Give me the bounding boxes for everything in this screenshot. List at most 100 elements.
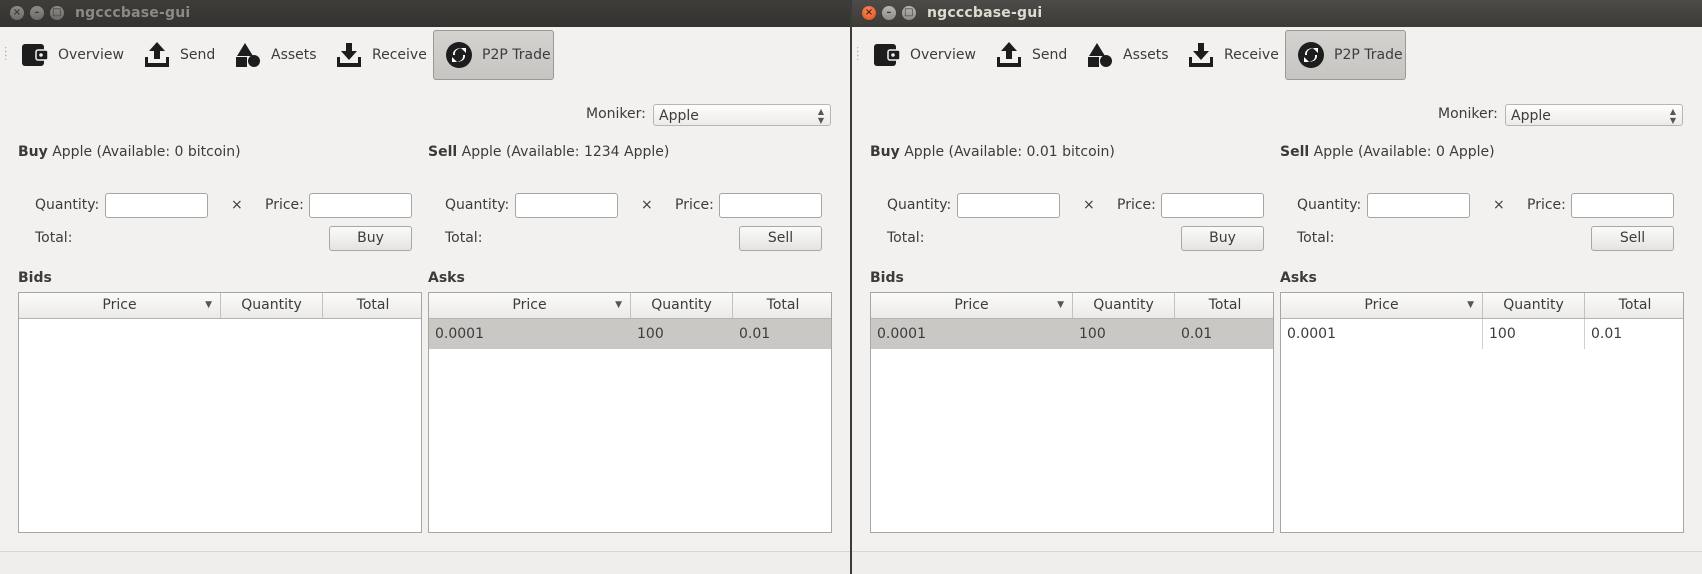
column-header-price[interactable]: Price ▼ xyxy=(871,293,1073,318)
sell-keyword: Sell xyxy=(428,144,458,160)
status-bar xyxy=(852,551,1702,574)
buy-total-label: Total: xyxy=(35,230,73,246)
toolbar-label: Assets xyxy=(1123,47,1169,63)
toolbar-overview-button[interactable]: Overview xyxy=(872,30,976,80)
shapes-icon xyxy=(236,43,260,67)
sell-price-label: Price: xyxy=(675,197,714,213)
sell-quantity-input[interactable] xyxy=(1367,193,1470,218)
sell-button[interactable]: Sell xyxy=(739,226,822,251)
toolbar-grip[interactable]: ::: xyxy=(4,45,7,63)
toolbar-p2p-trade-button[interactable]: P2P Trade xyxy=(1285,30,1406,80)
sell-availability: Apple (Available: 1234 Apple) xyxy=(461,144,670,160)
buy-heading: Buy Apple (Available: 0.01 bitcoin) xyxy=(870,144,1115,160)
sell-button[interactable]: Sell xyxy=(1591,226,1674,251)
toolbar-send-button[interactable]: Send xyxy=(142,30,215,80)
table-row[interactable]: 0.0001 100 0.01 xyxy=(429,319,831,349)
toolbar-receive-button[interactable]: Receive xyxy=(334,30,427,80)
sell-price-input[interactable] xyxy=(1571,193,1674,218)
window-left: × – □ ngcccbase-gui ::: Overview Send As… xyxy=(0,0,852,574)
toolbar-receive-button[interactable]: Receive xyxy=(1186,30,1279,80)
titlebar[interactable]: × – □ ngcccbase-gui xyxy=(852,0,1702,27)
moniker-select[interactable]: Apple ▲ ▼ xyxy=(653,104,831,126)
column-header-quantity[interactable]: Quantity xyxy=(631,293,733,318)
column-header-quantity[interactable]: Quantity xyxy=(221,293,323,318)
toolbar-p2p-trade-button[interactable]: P2P Trade xyxy=(433,30,554,80)
close-window-button[interactable]: × xyxy=(10,6,24,20)
cell-total: 0.01 xyxy=(1181,326,1213,342)
cell-quantity: 100 xyxy=(637,326,664,342)
cell-quantity: 100 xyxy=(1483,319,1585,349)
cell-quantity: 100 xyxy=(1079,326,1106,342)
column-header-quantity[interactable]: Quantity xyxy=(1073,293,1175,318)
close-window-button[interactable]: × xyxy=(862,6,876,20)
asks-table[interactable]: Price ▼ Quantity Total 0.0001 100 0.01 xyxy=(428,292,832,533)
column-header-total[interactable]: Total xyxy=(733,293,831,318)
buy-price-input[interactable] xyxy=(309,193,412,218)
upload-tray-icon xyxy=(145,42,169,67)
buy-price-label: Price: xyxy=(265,197,304,213)
column-header-price[interactable]: Price ▼ xyxy=(19,293,221,318)
buy-price-input[interactable] xyxy=(1161,193,1264,218)
buy-times-sign: × xyxy=(231,197,243,213)
sort-descending-icon: ▼ xyxy=(615,300,622,310)
maximize-window-button[interactable]: □ xyxy=(901,6,916,20)
column-header-quantity[interactable]: Quantity xyxy=(1483,293,1585,318)
asks-table[interactable]: Price ▼ Quantity Total 0.0001 100 0.01 xyxy=(1280,292,1684,533)
toolbar-grip[interactable]: ::: xyxy=(856,45,859,63)
toolbar-label: Overview xyxy=(910,47,976,63)
bids-table[interactable]: Price ▼ Quantity Total xyxy=(18,292,422,533)
toolbar-label: Send xyxy=(180,47,216,63)
moniker-label: Moniker: xyxy=(1438,106,1498,122)
column-header-price[interactable]: Price ▼ xyxy=(1281,293,1483,318)
buy-total-label: Total: xyxy=(887,230,925,246)
cell-price: 0.0001 xyxy=(435,326,484,342)
toolbar-assets-button[interactable]: Assets xyxy=(233,30,317,80)
buy-quantity-input[interactable] xyxy=(957,193,1060,218)
column-header-total[interactable]: Total xyxy=(1585,293,1683,318)
minimize-window-button[interactable]: – xyxy=(29,6,44,20)
sell-times-sign: × xyxy=(1493,197,1505,213)
sell-quantity-label: Quantity: xyxy=(1297,197,1362,213)
wallet-icon xyxy=(874,44,901,66)
toolbar-label: Assets xyxy=(271,47,317,63)
buy-quantity-input[interactable] xyxy=(105,193,208,218)
sell-keyword: Sell xyxy=(1280,144,1310,160)
table-row[interactable]: 0.0001 100 0.01 xyxy=(1281,319,1683,349)
sell-quantity-label: Quantity: xyxy=(445,197,510,213)
buy-times-sign: × xyxy=(1083,197,1095,213)
column-header-total[interactable]: Total xyxy=(1175,293,1273,318)
wallet-icon xyxy=(22,44,49,66)
sell-heading: Sell Apple (Available: 1234 Apple) xyxy=(428,144,669,160)
moniker-select[interactable]: Apple ▲ ▼ xyxy=(1505,104,1683,126)
toolbar-assets-button[interactable]: Assets xyxy=(1085,30,1169,80)
table-row[interactable]: 0.0001 100 0.01 xyxy=(871,319,1273,349)
minimize-window-button[interactable]: – xyxy=(881,6,896,20)
column-header-price[interactable]: Price ▼ xyxy=(429,293,631,318)
buy-price-label: Price: xyxy=(1117,197,1156,213)
sell-total-label: Total: xyxy=(1297,230,1335,246)
maximize-window-button[interactable]: □ xyxy=(49,6,64,20)
buy-button[interactable]: Buy xyxy=(1181,226,1264,251)
window-right: × – □ ngcccbase-gui ::: Overview Send As… xyxy=(852,0,1702,574)
bids-title: Bids xyxy=(870,270,904,286)
sell-total-label: Total: xyxy=(445,230,483,246)
bids-table[interactable]: Price ▼ Quantity Total 0.0001 100 0.01 xyxy=(870,292,1274,533)
window-title: ngcccbase-gui xyxy=(927,5,1043,21)
toolbar-send-button[interactable]: Send xyxy=(994,30,1067,80)
combo-arrows-icon: ▲ ▼ xyxy=(1669,107,1676,125)
buy-quantity-label: Quantity: xyxy=(887,197,952,213)
shapes-icon xyxy=(1088,43,1112,67)
upload-tray-icon xyxy=(997,42,1021,67)
sell-price-input[interactable] xyxy=(719,193,822,218)
sell-quantity-input[interactable] xyxy=(515,193,618,218)
buy-button[interactable]: Buy xyxy=(329,226,412,251)
titlebar[interactable]: × – □ ngcccbase-gui xyxy=(0,0,850,27)
toolbar-label: P2P Trade xyxy=(1334,47,1403,63)
cell-price: 0.0001 xyxy=(877,326,926,342)
main-toolbar: ::: Overview Send Assets Receive P2P Tra… xyxy=(0,30,850,82)
toolbar-overview-button[interactable]: Overview xyxy=(20,30,124,80)
column-header-total[interactable]: Total xyxy=(323,293,421,318)
bids-title: Bids xyxy=(18,270,52,286)
table-header: Price ▼ Quantity Total xyxy=(19,293,421,319)
sell-times-sign: × xyxy=(641,197,653,213)
